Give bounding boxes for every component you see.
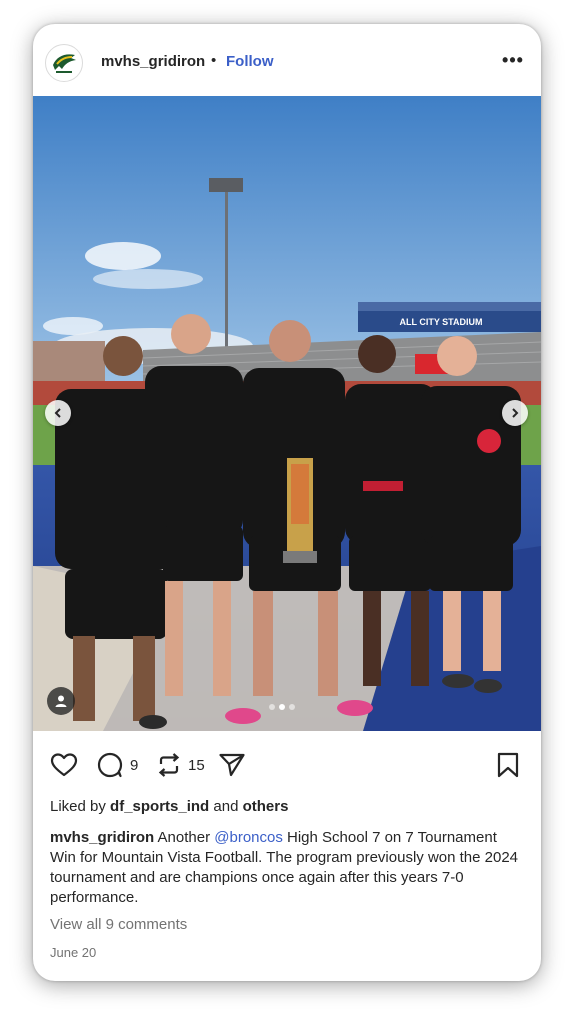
like-button[interactable] xyxy=(50,752,78,778)
more-icon[interactable]: ••• xyxy=(500,50,526,70)
post-date: June 20 xyxy=(50,945,97,960)
repost-count: 15 xyxy=(188,756,205,774)
post-caption: mvhs_gridiron Another @broncos High Scho… xyxy=(50,828,520,908)
post-card: mvhs_gridiron • Follow ••• ALL CITY STAD… xyxy=(33,24,541,981)
comment-icon xyxy=(97,752,123,778)
post-header: mvhs_gridiron • Follow ••• xyxy=(33,24,541,96)
separator-dot: • xyxy=(211,52,217,69)
post-username[interactable]: mvhs_gridiron xyxy=(101,53,205,70)
liked-by: Liked by df_sports_ind and others xyxy=(50,798,288,815)
liked-by-others[interactable]: others xyxy=(243,798,289,815)
comment-button[interactable]: 9 xyxy=(96,752,138,778)
bookmark-icon xyxy=(497,752,519,778)
heart-icon xyxy=(50,753,78,777)
user-tag-icon[interactable] xyxy=(47,687,75,715)
repost-icon xyxy=(158,753,180,777)
post-image[interactable]: ALL CITY STADIUM xyxy=(33,96,541,731)
carousel-dot-active xyxy=(279,704,285,710)
share-button[interactable] xyxy=(218,752,246,778)
liked-by-prefix: Liked by xyxy=(50,798,106,815)
liked-by-and: and xyxy=(213,798,239,815)
caption-mention[interactable]: @broncos xyxy=(214,829,283,846)
liked-by-user[interactable]: df_sports_ind xyxy=(110,798,209,815)
avatar[interactable] xyxy=(45,44,83,82)
caption-username[interactable]: mvhs_gridiron xyxy=(50,829,154,846)
comment-count: 9 xyxy=(130,756,139,774)
follow-button[interactable]: Follow xyxy=(226,53,274,70)
chevron-left-icon[interactable] xyxy=(45,400,71,426)
carousel-dot xyxy=(269,704,275,710)
share-icon xyxy=(219,753,245,777)
carousel-indicator xyxy=(269,704,295,710)
team-photo: ALL CITY STADIUM xyxy=(33,96,541,731)
carousel-dot xyxy=(289,704,295,710)
broncos-logo-icon xyxy=(53,54,76,73)
action-bar: 9 15 xyxy=(33,744,541,788)
caption-pre: Another xyxy=(157,829,211,846)
bookmark-button[interactable] xyxy=(496,752,520,778)
repost-button[interactable]: 15 xyxy=(156,752,205,778)
view-comments-link[interactable]: View all 9 comments xyxy=(50,916,187,933)
chevron-right-icon[interactable] xyxy=(502,400,528,426)
stadium-banner: ALL CITY STADIUM xyxy=(400,317,483,327)
